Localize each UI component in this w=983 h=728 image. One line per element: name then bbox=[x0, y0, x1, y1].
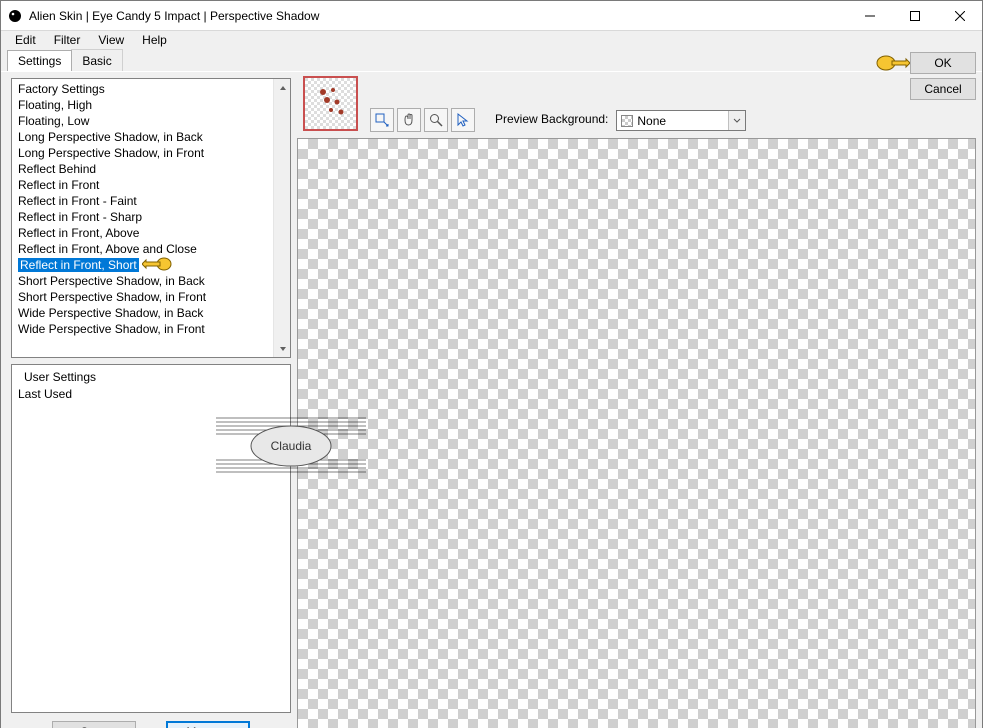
user-settings-header: User Settings bbox=[18, 369, 284, 385]
list-item[interactable]: Reflect in Front bbox=[12, 177, 290, 193]
factory-settings-header: Factory Settings bbox=[12, 81, 290, 97]
thumbnail[interactable] bbox=[303, 76, 358, 131]
list-item[interactable]: Short Perspective Shadow, in Back bbox=[12, 273, 290, 289]
list-item[interactable]: Wide Perspective Shadow, in Front bbox=[12, 321, 290, 337]
maximize-button[interactable] bbox=[892, 1, 937, 30]
menu-edit[interactable]: Edit bbox=[7, 31, 44, 49]
window-title: Alien Skin | Eye Candy 5 Impact | Perspe… bbox=[29, 9, 847, 23]
manage-button[interactable]: Manage bbox=[166, 721, 250, 728]
list-item[interactable]: Reflect in Front, Above bbox=[12, 225, 290, 241]
combo-value: None bbox=[637, 114, 666, 128]
menu-help[interactable]: Help bbox=[134, 31, 175, 49]
list-item[interactable]: Reflect in Front, Short bbox=[12, 257, 290, 273]
cancel-button[interactable]: Cancel bbox=[910, 78, 976, 100]
list-item[interactable]: Floating, High bbox=[12, 97, 290, 113]
list-item[interactable]: Short Perspective Shadow, in Front bbox=[12, 289, 290, 305]
move-tool-button[interactable] bbox=[370, 108, 394, 132]
settings-panel: Factory SettingsFloating, HighFloating, … bbox=[1, 72, 297, 728]
menu-view[interactable]: View bbox=[90, 31, 132, 49]
menubar: Edit Filter View Help bbox=[1, 31, 982, 49]
factory-settings-list[interactable]: Factory SettingsFloating, HighFloating, … bbox=[11, 78, 291, 358]
scroll-down-icon[interactable] bbox=[274, 340, 291, 357]
preview-canvas[interactable] bbox=[297, 138, 976, 728]
pointing-hand-icon bbox=[876, 52, 910, 74]
list-item[interactable]: Floating, Low bbox=[12, 113, 290, 129]
list-item[interactable]: Last Used bbox=[18, 385, 284, 403]
preview-background-label: Preview Background: bbox=[495, 112, 608, 126]
user-settings-list[interactable]: User Settings Last Used bbox=[11, 364, 291, 713]
zoom-tool-button[interactable] bbox=[424, 108, 448, 132]
tab-basic[interactable]: Basic bbox=[71, 49, 122, 71]
list-item[interactable]: Long Perspective Shadow, in Front bbox=[12, 145, 290, 161]
tab-settings[interactable]: Settings bbox=[7, 50, 72, 71]
ok-button[interactable]: OK bbox=[910, 52, 976, 74]
hand-tool-button[interactable] bbox=[397, 108, 421, 132]
app-icon bbox=[7, 8, 23, 24]
list-item[interactable]: Long Perspective Shadow, in Back bbox=[12, 129, 290, 145]
minimize-button[interactable] bbox=[847, 1, 892, 30]
tab-row: Settings Basic bbox=[1, 49, 982, 71]
list-item[interactable]: Wide Perspective Shadow, in Back bbox=[12, 305, 290, 321]
close-button[interactable] bbox=[937, 1, 982, 30]
pointer-tool-button[interactable] bbox=[451, 108, 475, 132]
preview-panel: Preview Background: None OK Cancel bbox=[297, 72, 982, 728]
checker-icon bbox=[621, 115, 633, 127]
menu-filter[interactable]: Filter bbox=[46, 31, 89, 49]
save-button[interactable]: Save bbox=[52, 721, 136, 728]
list-item[interactable]: Reflect in Front - Sharp bbox=[12, 209, 290, 225]
chevron-down-icon[interactable] bbox=[728, 111, 745, 130]
list-item[interactable]: Reflect in Front - Faint bbox=[12, 193, 290, 209]
scrollbar[interactable] bbox=[273, 79, 290, 357]
pointing-hand-icon bbox=[142, 255, 172, 273]
titlebar: Alien Skin | Eye Candy 5 Impact | Perspe… bbox=[1, 1, 982, 31]
list-item[interactable]: Reflect Behind bbox=[12, 161, 290, 177]
preview-background-combo[interactable]: None bbox=[616, 110, 746, 131]
scroll-up-icon[interactable] bbox=[274, 79, 291, 96]
